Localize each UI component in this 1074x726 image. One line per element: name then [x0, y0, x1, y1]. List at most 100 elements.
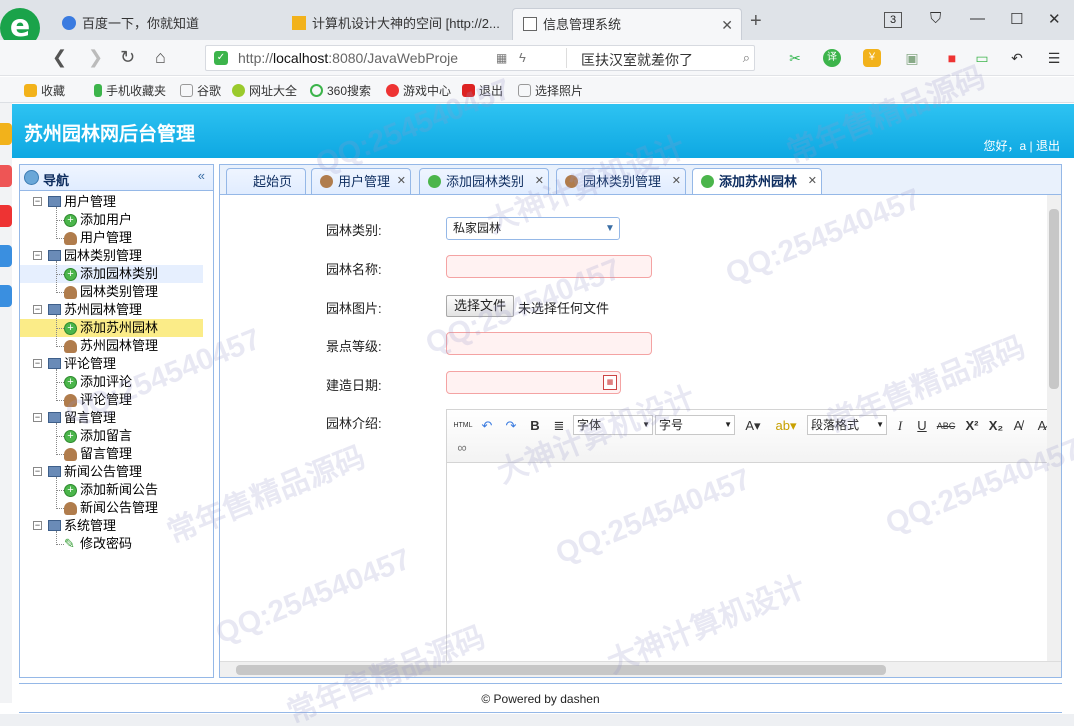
build-date-input[interactable]: ▦ — [446, 371, 621, 394]
strikethrough-icon[interactable]: ABC — [935, 416, 957, 436]
nav-group[interactable]: − 留言管理 — [20, 409, 200, 427]
close-tab-icon[interactable]: ✕ — [808, 169, 817, 194]
tab-category-management[interactable]: 园林类别管理 ✕ — [556, 168, 686, 195]
bookmark-mobile[interactable]: 手机收藏夹 — [94, 82, 166, 99]
url-text[interactable]: http://localhost:8080/JavaWebProje — [238, 50, 478, 66]
expand-toggle-icon[interactable]: − — [33, 413, 42, 422]
bookmark-google[interactable]: 谷歌 — [180, 82, 221, 99]
reload-icon[interactable]: ↻ — [120, 47, 135, 68]
nav-item[interactable]: + 添加园林类别 — [20, 265, 203, 283]
maximize-icon[interactable]: ☐ — [1010, 10, 1023, 28]
bookmark-games[interactable]: 游戏中心 — [386, 82, 451, 99]
qr-code-icon[interactable]: ▦ — [496, 51, 507, 65]
nav-item[interactable]: + 添加评论 — [20, 373, 203, 391]
screenshot-icon[interactable]: ▣ — [903, 49, 921, 67]
nav-item[interactable]: 留言管理 — [20, 445, 203, 463]
nav-group[interactable]: − 新闻公告管理 — [20, 463, 200, 481]
expand-toggle-icon[interactable]: − — [33, 197, 42, 206]
font-family-dropdown[interactable]: 字体 ▼ — [573, 415, 653, 435]
expand-toggle-icon[interactable]: − — [33, 359, 42, 368]
side-app-icon[interactable] — [0, 285, 12, 307]
nav-group[interactable]: − 系统管理 — [20, 517, 200, 535]
nav-item[interactable]: 评论管理 — [20, 391, 203, 409]
menu-icon[interactable]: ☰ — [1045, 49, 1063, 67]
side-weibo-icon[interactable] — [0, 205, 12, 227]
superscript-icon[interactable]: X² — [963, 416, 981, 436]
address-bar[interactable]: ✓ http://localhost:8080/JavaWebProje ▦ ϟ… — [205, 45, 755, 71]
close-window-icon[interactable]: ✕ — [1048, 10, 1061, 28]
close-tab-icon[interactable]: ✕ — [397, 169, 406, 194]
tab-user-management[interactable]: 用户管理 ✕ — [311, 168, 411, 195]
vertical-scrollbar[interactable] — [1047, 195, 1061, 662]
collapse-icon[interactable]: « — [198, 168, 205, 183]
home-icon[interactable]: ⌂ — [155, 47, 166, 68]
search-suggest-text[interactable]: 匡扶汉室就差你了 — [581, 50, 693, 70]
bookmark-360[interactable]: 360搜索 — [310, 82, 371, 99]
nav-item[interactable]: + 添加留言 — [20, 427, 203, 445]
editor-body[interactable] — [447, 463, 1061, 677]
underline-icon[interactable]: U — [915, 416, 929, 436]
browser-tab-active[interactable]: 信息管理系统 ✕ — [512, 8, 742, 40]
side-star-icon[interactable] — [0, 123, 12, 145]
close-tab-icon[interactable]: ✕ — [672, 169, 681, 194]
clear-format-icon[interactable]: A̸ — [1009, 416, 1027, 436]
nav-item[interactable]: 苏州园林管理 — [20, 337, 203, 355]
nav-item[interactable]: 园林类别管理 — [20, 283, 203, 301]
expand-toggle-icon[interactable]: − — [33, 251, 42, 260]
italic-icon[interactable]: I — [893, 416, 907, 436]
format-paint-icon[interactable]: ≣ — [551, 416, 567, 436]
paragraph-format-dropdown[interactable]: 段落格式 ▼ — [807, 415, 887, 435]
expand-toggle-icon[interactable]: − — [33, 521, 42, 530]
bookmark-favorites[interactable]: 收藏 — [24, 82, 65, 99]
scenic-level-input[interactable] — [446, 332, 652, 355]
scroll-thumb[interactable] — [236, 665, 886, 675]
close-tab-icon[interactable]: ✕ — [721, 9, 733, 40]
back-icon[interactable]: ❮ — [52, 47, 67, 68]
side-mail-icon[interactable] — [0, 165, 12, 187]
font-color-icon[interactable]: A▾ — [741, 416, 765, 436]
nav-item[interactable]: + 添加苏州园林 — [20, 319, 203, 337]
nav-group[interactable]: − 苏州园林管理 — [20, 301, 200, 319]
apps-grid-icon[interactable]: ■ — [943, 49, 961, 67]
nav-group[interactable]: − 评论管理 — [20, 355, 200, 373]
calendar-icon[interactable]: ▦ — [603, 375, 617, 390]
bookmark-exit[interactable]: 退出 — [462, 82, 503, 99]
link-icon[interactable]: ∞ — [453, 438, 471, 458]
nav-item[interactable]: ✎ 修改密码 — [20, 535, 203, 553]
horizontal-scrollbar[interactable] — [220, 661, 1061, 677]
category-select[interactable]: 私家园林 ▼ — [446, 217, 620, 240]
search-icon[interactable]: ⌕ — [743, 50, 750, 66]
user-greeting-logout[interactable]: 您好，a | 退出 — [984, 137, 1060, 154]
highlight-icon[interactable]: ab▾ — [771, 416, 801, 436]
coupon-icon[interactable]: ￥ — [863, 49, 881, 67]
bookmark-photo[interactable]: 选择照片 — [518, 82, 583, 99]
battery-icon[interactable]: ▭ — [973, 49, 991, 67]
bookmark-hao[interactable]: 网址大全 — [232, 82, 297, 99]
bold-icon[interactable]: B — [527, 416, 543, 436]
scroll-thumb[interactable] — [1049, 209, 1059, 389]
tab-add-category[interactable]: 添加园林类别 ✕ — [419, 168, 549, 195]
undo-icon[interactable]: ↶ — [479, 416, 495, 436]
expand-toggle-icon[interactable]: − — [33, 467, 42, 476]
html-source-button[interactable]: HTML — [453, 416, 473, 436]
tab-count-badge[interactable]: 3 — [884, 12, 902, 28]
choose-file-button[interactable]: 选择文件 — [446, 295, 515, 317]
undo-icon[interactable]: ↶ — [1008, 49, 1026, 67]
nav-item[interactable]: + 添加新闻公告 — [20, 481, 203, 499]
nav-item[interactable]: 新闻公告管理 — [20, 499, 203, 517]
tab-add-garden[interactable]: 添加苏州园林 ✕ — [692, 168, 822, 196]
new-tab-button[interactable]: + — [750, 10, 762, 33]
font-size-dropdown[interactable]: 字号 ▼ — [655, 415, 735, 435]
nav-item[interactable]: + 添加用户 — [20, 211, 203, 229]
browser-tab-blog[interactable]: 计算机设计大神的空间 [http://2... — [282, 8, 507, 40]
translate-icon[interactable]: 译 — [823, 49, 841, 67]
nav-group[interactable]: − 用户管理 — [20, 193, 200, 211]
scissors-icon[interactable]: ✂ — [786, 49, 804, 67]
expand-toggle-icon[interactable]: − — [33, 305, 42, 314]
redo-icon[interactable]: ↷ — [503, 416, 519, 436]
lightning-icon[interactable]: ϟ — [519, 50, 526, 65]
browser-tab-baidu[interactable]: 百度一下，你就知道 — [52, 8, 277, 40]
nav-item[interactable]: 用户管理 — [20, 229, 203, 247]
side-chat-icon[interactable] — [0, 245, 12, 267]
tab-home[interactable]: 起始页 — [226, 168, 306, 195]
